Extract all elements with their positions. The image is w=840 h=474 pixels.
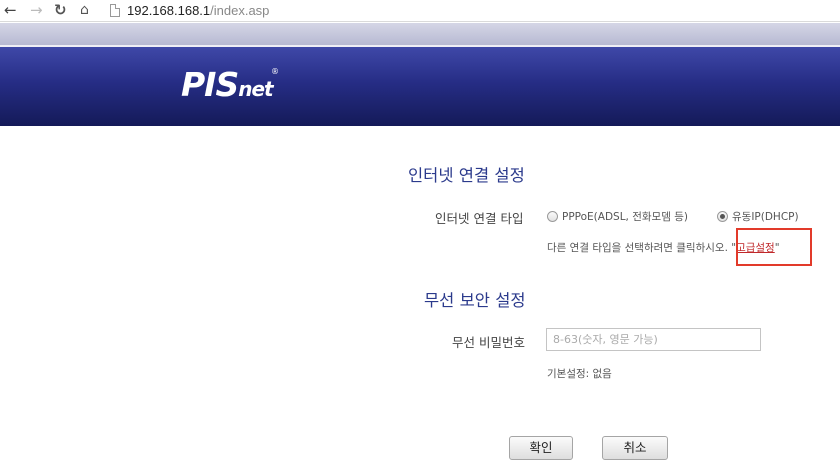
back-arrow-icon[interactable]: ← xyxy=(4,1,17,19)
forward-arrow-icon[interactable]: → xyxy=(30,1,43,19)
radio-pppoe-label[interactable]: PPPoE(ADSL, 전화모뎀 등) xyxy=(562,209,688,224)
wireless-password-label: 무선 비밀번호 xyxy=(452,335,525,350)
address-bar[interactable]: 192.168.168.1/index.asp xyxy=(127,2,269,19)
pisnet-logo: PISnet ® xyxy=(181,67,279,101)
reload-icon[interactable]: ↻ xyxy=(54,1,67,19)
wireless-security-title: 무선 보안 설정 xyxy=(424,291,526,310)
radio-dhcp-label[interactable]: 유동IP(DHCP) xyxy=(732,209,799,224)
wireless-password-input[interactable] xyxy=(546,328,761,351)
top-strip xyxy=(0,23,840,45)
hint-text-prefix: 다른 연결 타입을 선택하려면 클릭하시오. " xyxy=(547,242,737,254)
highlight-annotation xyxy=(736,228,812,266)
url-path: /index.asp xyxy=(210,3,270,18)
logo-main-text: PIS xyxy=(181,65,239,104)
registered-mark: ® xyxy=(271,67,279,76)
internet-settings-title: 인터넷 연결 설정 xyxy=(408,166,525,185)
ok-button[interactable]: 확인 xyxy=(509,436,573,460)
browser-toolbar: ← → ↻ ⌂ 192.168.168.1/index.asp xyxy=(0,0,840,22)
radio-pppoe[interactable] xyxy=(547,211,558,222)
default-setting-note: 기본설정: 없음 xyxy=(547,368,612,380)
home-icon[interactable]: ⌂ xyxy=(80,1,89,19)
header-banner xyxy=(0,47,840,126)
url-host: 192.168.168.1 xyxy=(127,3,211,18)
cancel-button[interactable]: 취소 xyxy=(602,436,668,460)
logo-sub-text: net xyxy=(238,77,273,101)
radio-dhcp[interactable] xyxy=(717,211,728,222)
connection-type-label: 인터넷 연결 타입 xyxy=(435,211,524,226)
page-icon xyxy=(110,4,120,17)
